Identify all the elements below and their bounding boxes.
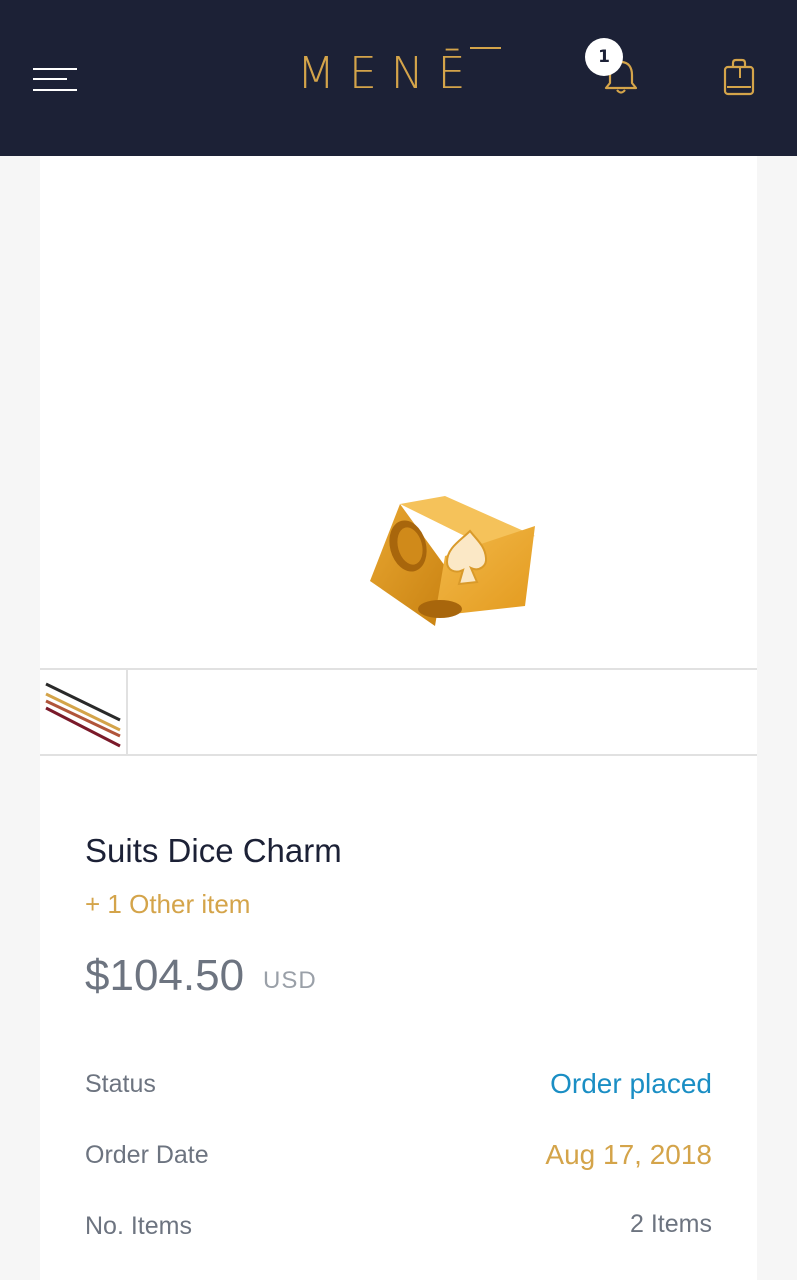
shopping-bag-icon[interactable] (722, 58, 756, 96)
items-count-value: 2 Items (630, 1210, 712, 1238)
order-date-value: Aug 17, 2018 (545, 1139, 712, 1170)
items-count-label: No. Items (85, 1212, 192, 1240)
order-card: Suits Dice Charm + 1 Other item $104.50 … (40, 156, 757, 1280)
product-name: Suits Dice Charm (85, 832, 342, 869)
product-image[interactable] (40, 156, 757, 668)
status-label: Status (85, 1070, 156, 1098)
notification-badge[interactable]: 1 (585, 38, 623, 76)
thumbnail-cords[interactable] (40, 670, 128, 756)
app-header: MENĒ 1 (0, 0, 797, 156)
menu-icon[interactable] (33, 66, 79, 94)
other-items-link[interactable]: + 1 Other item (85, 889, 250, 920)
order-date-label: Order Date (85, 1141, 209, 1169)
cords-thumbnail-image (45, 682, 121, 748)
dice-charm-image (370, 496, 535, 626)
logo-macron (470, 47, 501, 49)
status-value: Order placed (550, 1068, 712, 1099)
thumbnail-strip (40, 668, 757, 756)
brand-logo[interactable]: MENĒ (297, 46, 503, 102)
order-price: $104.50 (85, 951, 245, 1000)
price-currency: USD (263, 967, 317, 994)
